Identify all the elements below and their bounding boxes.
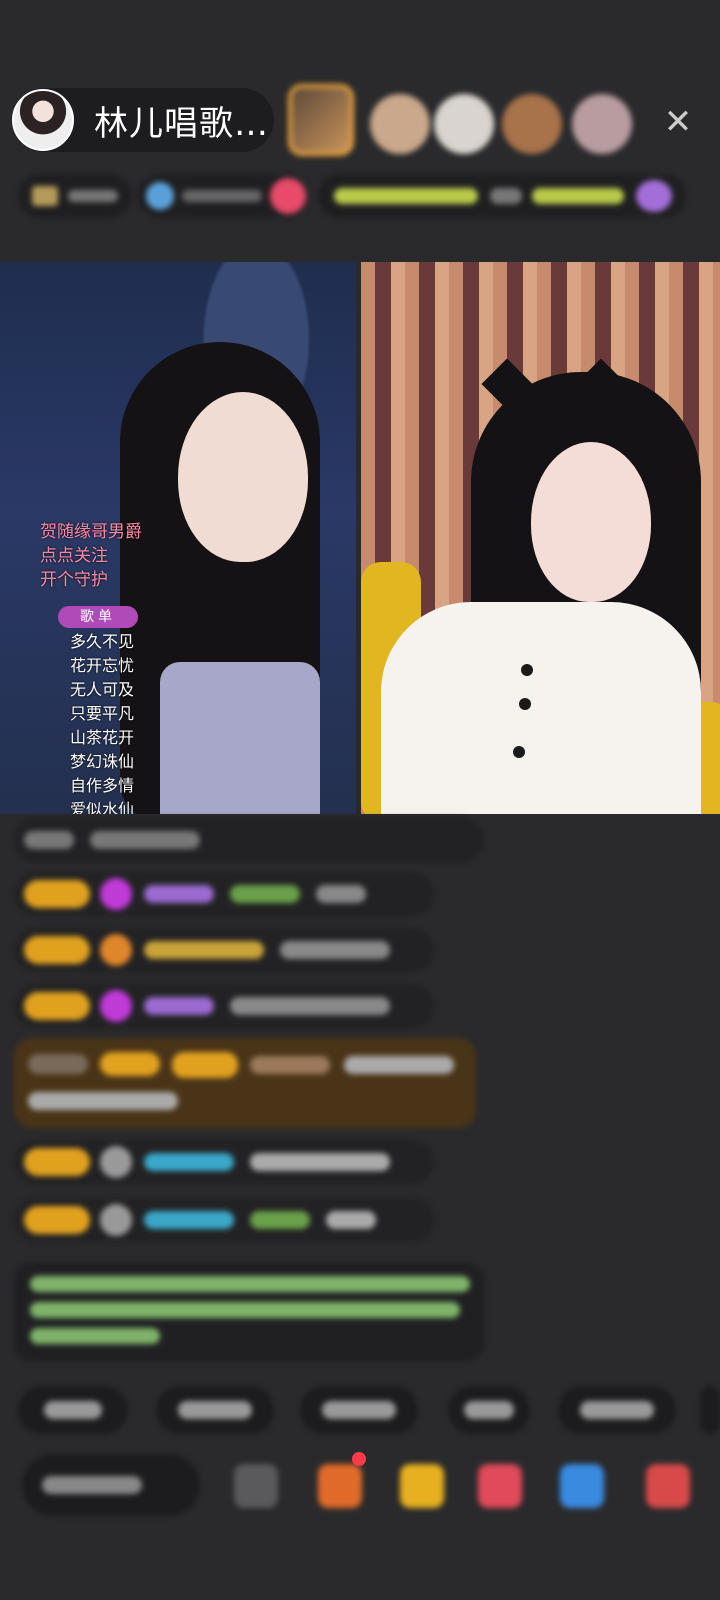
emoji-icon[interactable] xyxy=(234,1464,278,1508)
top-viewer-avatar[interactable] xyxy=(288,84,354,156)
song-item: 无人可及 xyxy=(70,680,135,699)
gift-icon[interactable] xyxy=(318,1464,362,1508)
tag-pill[interactable] xyxy=(318,174,686,218)
wish-icon[interactable] xyxy=(478,1464,522,1508)
tag-row xyxy=(0,174,720,218)
viewer-avatar[interactable] xyxy=(434,94,494,154)
song-list-badge: 歌单 xyxy=(58,606,138,628)
song-item: 花开忘忧 xyxy=(70,656,135,675)
stream-overlay-line: 贺随缘哥男爵 xyxy=(40,522,142,542)
tag-pill[interactable] xyxy=(138,174,308,218)
treasure-icon[interactable] xyxy=(400,1464,444,1508)
viewer-avatar[interactable] xyxy=(370,94,430,154)
system-notice xyxy=(14,1262,484,1362)
close-icon[interactable]: ✕ xyxy=(660,104,696,140)
stream-overlay-line: 开个守护 xyxy=(40,570,108,590)
quick-reply-button[interactable] xyxy=(156,1386,274,1434)
tag-pill[interactable] xyxy=(18,174,132,218)
chat-message[interactable] xyxy=(14,1198,434,1242)
more-icon[interactable] xyxy=(646,1464,690,1508)
chat-message[interactable] xyxy=(14,818,484,862)
viewer-avatar[interactable] xyxy=(502,94,562,154)
host-avatar[interactable] xyxy=(12,89,74,151)
song-item: 山茶花开 xyxy=(70,728,135,747)
chat-highlight-message[interactable] xyxy=(14,1038,476,1128)
host-info[interactable]: 林儿唱歌… xyxy=(12,88,274,152)
song-item: 爱似水仙 xyxy=(70,800,135,814)
guest-video-right[interactable] xyxy=(361,262,720,814)
quick-reply-button[interactable] xyxy=(700,1386,720,1434)
quick-reply-button[interactable] xyxy=(558,1386,676,1434)
chat-message[interactable] xyxy=(14,872,434,916)
song-item: 多久不见 xyxy=(70,632,135,651)
stream-overlay-line: 点点关注 xyxy=(40,546,108,566)
game-icon[interactable] xyxy=(560,1464,604,1508)
song-item: 只要平凡 xyxy=(70,704,135,723)
chat-message[interactable] xyxy=(14,928,434,972)
viewer-avatar[interactable] xyxy=(572,94,632,154)
quick-reply-button[interactable] xyxy=(300,1386,418,1434)
host-name[interactable]: 林儿唱歌… xyxy=(94,96,269,145)
chat-input[interactable] xyxy=(22,1454,200,1516)
song-item: 自作多情 xyxy=(70,776,135,795)
chat-message[interactable] xyxy=(14,1140,434,1184)
notification-badge xyxy=(352,1452,366,1466)
song-item: 梦幻诛仙 xyxy=(70,752,135,771)
quick-reply-button[interactable] xyxy=(448,1386,530,1434)
quick-reply-button[interactable] xyxy=(18,1386,128,1434)
chat-message[interactable] xyxy=(14,984,434,1028)
